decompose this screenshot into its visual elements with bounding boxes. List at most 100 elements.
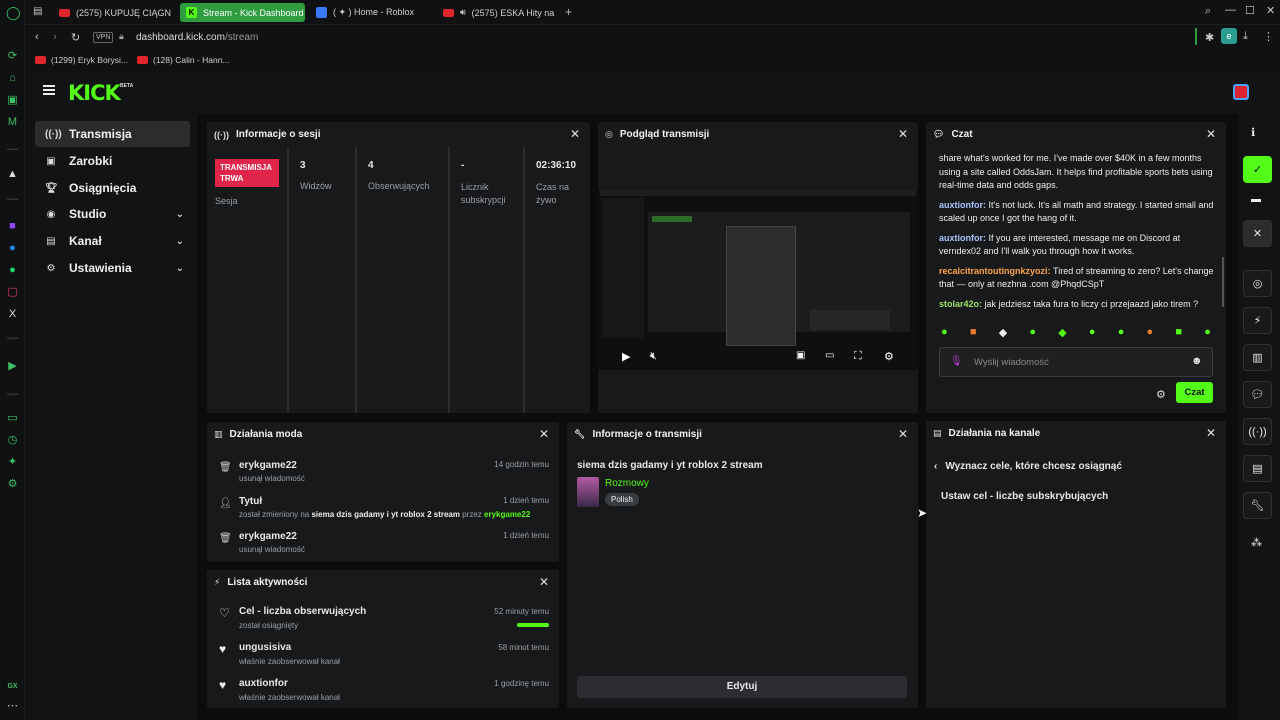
tab-roblox[interactable]: ( ✦ ) Home - Roblox [310,3,428,22]
whatsapp-icon[interactable]: ● [6,264,19,277]
forward-icon[interactable]: › [53,31,57,43]
goal-option-subscribers[interactable]: Ustaw cel - liczbę subskrybujących [941,491,1108,502]
nav-item-ustawienia[interactable]: ⚙ Ustawienia ⌄ [35,255,190,281]
mute-icon[interactable]: 🔇︎ [650,350,657,363]
edit-button[interactable]: Edytuj [577,676,907,698]
more-widgets-icon[interactable]: ⁂ [1251,536,1262,549]
close-window-icon[interactable]: ✕ [1266,4,1275,17]
chat-toggle-icon[interactable]: 💬︎ [1243,381,1272,408]
nav-item-kanal[interactable]: ▤ Kanał ⌄ [35,228,190,254]
emote-icon[interactable]: ● [1147,326,1154,341]
bookmark-2[interactable]: (128) Calin - Hann... [137,55,230,65]
battery-icon[interactable]: ▭ [6,412,19,425]
gx-hot-tabs-icon[interactable]: M [6,116,19,129]
youtube-icon [137,56,148,64]
tab-youtube-1[interactable]: (2575) KUPUJĘ CIĄGNIK [53,3,171,22]
nav-item-studio[interactable]: ◉ Studio ⌄ [35,201,190,227]
player-icon[interactable]: ▶ [6,360,19,373]
menu-icon[interactable]: ⋮ [1263,30,1274,43]
kick-sidebar-icon[interactable]: ▲ [6,168,19,181]
tab-kick-dashboard[interactable]: K Stream - Kick Dashboard [180,3,305,22]
check-icon[interactable]: ✓ [1243,156,1272,183]
settings-icon[interactable]: ⚙ [6,478,19,491]
minimize-icon[interactable]: — [1225,4,1236,16]
more-icon[interactable]: ⋯ [6,700,19,713]
emote-icon[interactable]: ● [1089,326,1096,341]
clipboard-toggle-icon[interactable]: ▥ [1243,344,1272,371]
user-avatar[interactable] [1233,84,1249,100]
emoji-icon[interactable]: ☻ [1191,355,1203,367]
emote-icon[interactable]: ■ [1175,326,1182,341]
close-icon[interactable]: ✕ [1206,127,1216,141]
extensions-puzzle-icon[interactable]: ✱ [1205,31,1214,44]
back-icon[interactable]: ‹ [35,31,39,43]
history-icon[interactable]: ◷ [6,434,19,447]
gx-cleaner-icon[interactable]: ▣ [6,94,19,107]
emote-icon[interactable]: ● [1204,326,1211,341]
category-thumbnail[interactable] [577,477,599,507]
channel-toggle-icon[interactable]: ▤ [1243,455,1272,482]
chat-username[interactable]: auxtionfor [939,200,983,210]
bookmark-1[interactable]: (1299) Eryk Borysi... [35,55,128,65]
close-icon[interactable]: ✕ [898,127,908,141]
pip-icon[interactable]: ▣ [796,350,805,361]
emote-icon[interactable]: ● [941,326,948,341]
preview-toggle-icon[interactable]: ◎ [1243,270,1272,297]
instagram-icon[interactable]: ▢ [6,286,19,299]
goal-back-row[interactable]: ‹ Wyznacz cele, które chcesz osiągnąć [934,461,1122,472]
emote-icon[interactable]: ◆ [999,326,1007,341]
emote-icon[interactable]: ◆ [1058,326,1066,341]
lightning-toggle-icon[interactable]: ⚡︎ [1243,307,1272,334]
send-chat-button[interactable]: Czat [1176,382,1213,403]
theater-icon[interactable]: ▭ [825,350,834,361]
x-icon[interactable]: X [6,308,19,321]
close-icon[interactable]: ✕ [539,427,549,441]
vpn-badge[interactable]: VPN [93,32,114,43]
chat-username[interactable]: auxtionfor [939,233,983,243]
emote-icon[interactable]: ■ [970,326,977,341]
broadcast-toggle-icon[interactable]: ((·)) [1243,418,1272,445]
microphone-icon[interactable]: 🎙︎ [950,356,963,367]
chat-scrollbar[interactable] [1222,257,1224,307]
fullscreen-icon[interactable]: ⛶ [854,350,862,363]
messenger-icon[interactable]: ● [6,242,19,255]
close-layout-icon[interactable]: ✕ [1243,220,1272,247]
emote-icon[interactable]: ● [1029,326,1036,341]
nav-item-transmisja[interactable]: ((·)) Transmisja [35,121,190,147]
wrench-toggle-icon[interactable]: 🔧︎ [1243,492,1272,519]
kick-logo[interactable]: KICK [68,81,121,105]
reload-icon[interactable]: ↻ [71,31,80,44]
tab-youtube-2[interactable]: 🔊︎ (2575) ESKA Hity na C [437,3,555,22]
nav-item-zarobki[interactable]: ▣ Zarobki [35,148,190,174]
maximize-icon[interactable]: ☐ [1245,4,1255,17]
chat-settings-icon[interactable]: ⚙ [1156,388,1166,401]
chat-username[interactable]: recalcitrantoutingnkzyozi [939,266,1048,276]
nav-item-osiagniecia[interactable]: 🏆︎ Osiągnięcia [35,175,190,201]
video-preview[interactable] [598,190,918,370]
tab-menu-icon[interactable]: ▤ [33,6,42,17]
info-icon[interactable]: ℹ [1251,126,1255,139]
profile-avatar[interactable]: e [1221,28,1237,44]
gx-control-icon[interactable]: ⟳ [6,50,19,63]
chat-input[interactable]: 🎙︎ Wyślij wiadomość ☻ [939,347,1213,377]
close-icon[interactable]: ✕ [1206,426,1216,440]
hamburger-icon[interactable] [43,85,55,95]
opera-logo-icon[interactable]: ◯ [6,6,21,19]
close-icon[interactable]: ✕ [539,575,549,589]
category-link[interactable]: Rozmowy [605,478,649,489]
emote-icon[interactable]: ● [1118,326,1125,341]
new-tab-icon[interactable]: + [565,5,572,19]
url-field[interactable]: dashboard.kick.com/stream [136,32,258,43]
twitch-icon[interactable]: ■ [6,220,19,233]
chat-username[interactable]: stolar42o [939,299,979,309]
layout-icon[interactable]: ▬ [1251,194,1261,205]
search-icon[interactable]: ⌕ [1205,5,1211,18]
sub-user[interactable]: erykgame22 [484,510,530,519]
download-icon[interactable]: ⤓ [1243,30,1248,43]
gx-corner-icon[interactable]: ⌂ [6,72,19,85]
close-icon[interactable]: ✕ [570,127,580,141]
close-icon[interactable]: ✕ [898,427,908,441]
extensions-icon[interactable]: ✦ [6,456,19,469]
settings-gear-icon[interactable]: ⚙ [884,350,894,363]
play-icon[interactable]: ▶ [622,350,630,363]
